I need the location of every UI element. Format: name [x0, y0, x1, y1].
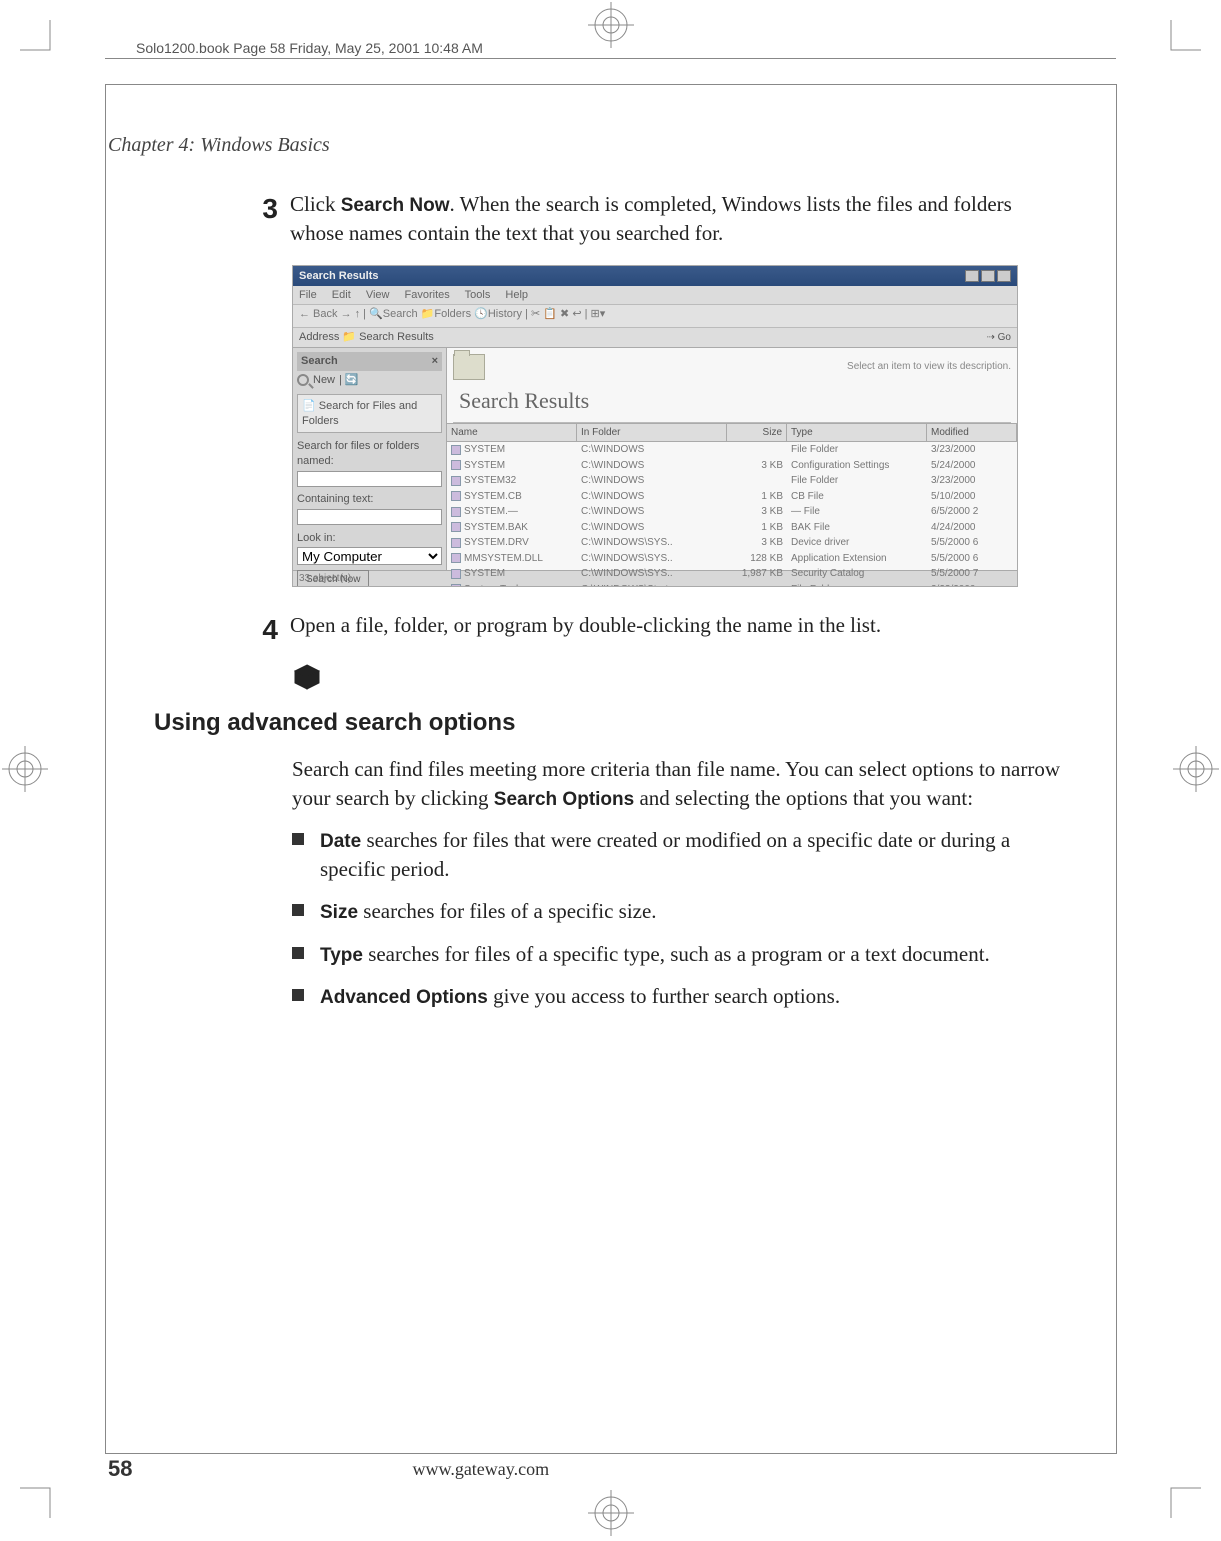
results-table: Name In Folder Size Type Modified SYSTEM…	[447, 423, 1017, 587]
subheading: Using advanced search options	[154, 707, 1060, 739]
list-item: Size searches for files of a specific si…	[292, 897, 1062, 926]
table-row[interactable]: SYSTEM.DRVC:\WINDOWS\SYS..3 KBDevice dri…	[447, 535, 1017, 551]
window-titlebar[interactable]: Search Results	[293, 266, 1017, 286]
lookin-label: Look in:	[297, 531, 442, 546]
registration-target-left	[2, 746, 48, 792]
registration-target-top	[588, 2, 634, 48]
table-row[interactable]: SYSTEMC:\WINDOWSFile Folder3/23/2000	[447, 442, 1017, 458]
menu-view[interactable]: View	[366, 289, 390, 301]
table-row[interactable]: SYSTEM.CBC:\WINDOWS1 KBCB File5/10/2000	[447, 489, 1017, 505]
lookin-select[interactable]: My Computer	[297, 547, 442, 565]
search-icon	[297, 374, 309, 386]
footer-url: www.gateway.com	[412, 1459, 549, 1480]
crop-mark-br	[1159, 1476, 1201, 1518]
meta-text: Solo1200.book Page 58 Friday, May 25, 20…	[130, 40, 489, 56]
options-list: Date searches for files that were create…	[292, 826, 1062, 1011]
list-item: Type searches for files of a specific ty…	[292, 940, 1062, 969]
footer: 58 www.gateway.com	[108, 1456, 1108, 1482]
col-name[interactable]: Name	[447, 424, 577, 442]
bullet-text: searches for files of a specific type, s…	[363, 942, 990, 966]
address-label: Address	[299, 331, 339, 343]
table-row[interactable]: SYSTEM.BAKC:\WINDOWS1 KBBAK File4/24/200…	[447, 520, 1017, 536]
content: 3 Click Search Now. When the search is c…	[160, 190, 1060, 1025]
crop-mark-bl	[20, 1476, 62, 1518]
page-number: 58	[108, 1456, 132, 1482]
step-3-body: Click Search Now. When the search is com…	[290, 190, 1060, 247]
search-pane: Search× New | 🔄 📄 Search for Files and F…	[293, 348, 447, 570]
table-row[interactable]: SYSTEM32C:\WINDOWSFile Folder3/23/2000	[447, 473, 1017, 489]
search-files-folders-label: 📄 Search for Files and Folders	[302, 399, 437, 429]
bullet-bold: Size	[320, 902, 358, 923]
close-pane-icon[interactable]: ×	[432, 354, 438, 369]
address-bar: Address 📁 Search Results ⇢ Go	[293, 328, 1017, 348]
menu-edit[interactable]: Edit	[332, 289, 351, 301]
step-number-3: 3	[160, 190, 290, 247]
results-title: Search Results	[453, 386, 1011, 423]
window-title: Search Results	[299, 269, 378, 284]
table-row[interactable]: SYSTEMC:\WINDOWS3 KBConfiguration Settin…	[447, 458, 1017, 474]
bullet-bold: Date	[320, 831, 361, 852]
cube-icon	[292, 663, 322, 693]
minimize-button[interactable]	[965, 270, 979, 282]
folder-icon	[453, 354, 485, 380]
maximize-button[interactable]	[981, 270, 995, 282]
menu-file[interactable]: File	[299, 289, 317, 301]
containing-input[interactable]	[297, 509, 442, 525]
search-results-screenshot: Search Results File Edit View Favorites …	[292, 265, 1018, 587]
named-label: Search for files or folders named:	[297, 439, 442, 469]
containing-label: Containing text:	[297, 492, 442, 507]
col-size[interactable]: Size	[727, 424, 787, 442]
step-number-4: 4	[160, 611, 290, 649]
named-input[interactable]	[297, 471, 442, 487]
intro-para: Search can find files meeting more crite…	[292, 755, 1062, 812]
go-button[interactable]: ⇢ Go	[987, 331, 1012, 345]
table-row[interactable]: MMSYSTEM.DLLC:\WINDOWS\SYS..128 KBApplic…	[447, 551, 1017, 567]
crop-mark-tl	[20, 20, 62, 62]
registration-target-bottom	[588, 1490, 634, 1536]
menu-tools[interactable]: Tools	[465, 289, 491, 301]
list-item: Advanced Options give you access to furt…	[292, 982, 1062, 1011]
col-modified[interactable]: Modified	[927, 424, 1017, 442]
step3-bold: Search Now	[341, 195, 450, 216]
chapter-heading: Chapter 4: Windows Basics	[108, 134, 330, 157]
col-infolder[interactable]: In Folder	[577, 424, 727, 442]
intro-bold: Search Options	[494, 789, 634, 810]
new-label[interactable]: New	[313, 373, 335, 388]
search-header: Search	[301, 354, 338, 369]
menu-help[interactable]: Help	[505, 289, 528, 301]
table-row[interactable]: System ToolsC:\WINDOWS\Start..File Folde…	[447, 582, 1017, 587]
toolbar: ← Back → ↑ | 🔍Search 📁Folders 🕓History |…	[293, 304, 1017, 328]
bullet-text: searches for files of a specific size.	[358, 899, 657, 923]
registration-target-right	[1173, 746, 1219, 792]
results-pane: Select an item to view its description. …	[447, 348, 1017, 570]
hint-text: Select an item to view its description.	[493, 360, 1011, 374]
bullet-text: searches for files that were created or …	[320, 828, 1010, 881]
table-header[interactable]: Name In Folder Size Type Modified	[447, 423, 1017, 443]
window-buttons	[965, 270, 1011, 282]
bullet-bold: Type	[320, 945, 363, 966]
meta-rule	[105, 58, 1116, 59]
address-value[interactable]: Search Results	[359, 331, 434, 343]
col-type[interactable]: Type	[787, 424, 927, 442]
table-row[interactable]: SYSTEMC:\WINDOWS\SYS..1,987 KBSecurity C…	[447, 566, 1017, 582]
close-button[interactable]	[997, 270, 1011, 282]
crop-mark-tr	[1159, 20, 1201, 62]
step-4-body: Open a file, folder, or program by doubl…	[290, 611, 1060, 649]
intro-b: and selecting the options that you want:	[634, 786, 973, 810]
bullet-text: give you access to further search option…	[488, 984, 840, 1008]
step3-lead: Click	[290, 192, 341, 216]
list-item: Date searches for files that were create…	[292, 826, 1062, 883]
table-row[interactable]: SYSTEM.—C:\WINDOWS3 KB— File6/5/2000 2	[447, 504, 1017, 520]
bullet-bold: Advanced Options	[320, 987, 488, 1008]
menu-favorites[interactable]: Favorites	[405, 289, 450, 301]
menubar: File Edit View Favorites Tools Help	[293, 286, 1017, 304]
